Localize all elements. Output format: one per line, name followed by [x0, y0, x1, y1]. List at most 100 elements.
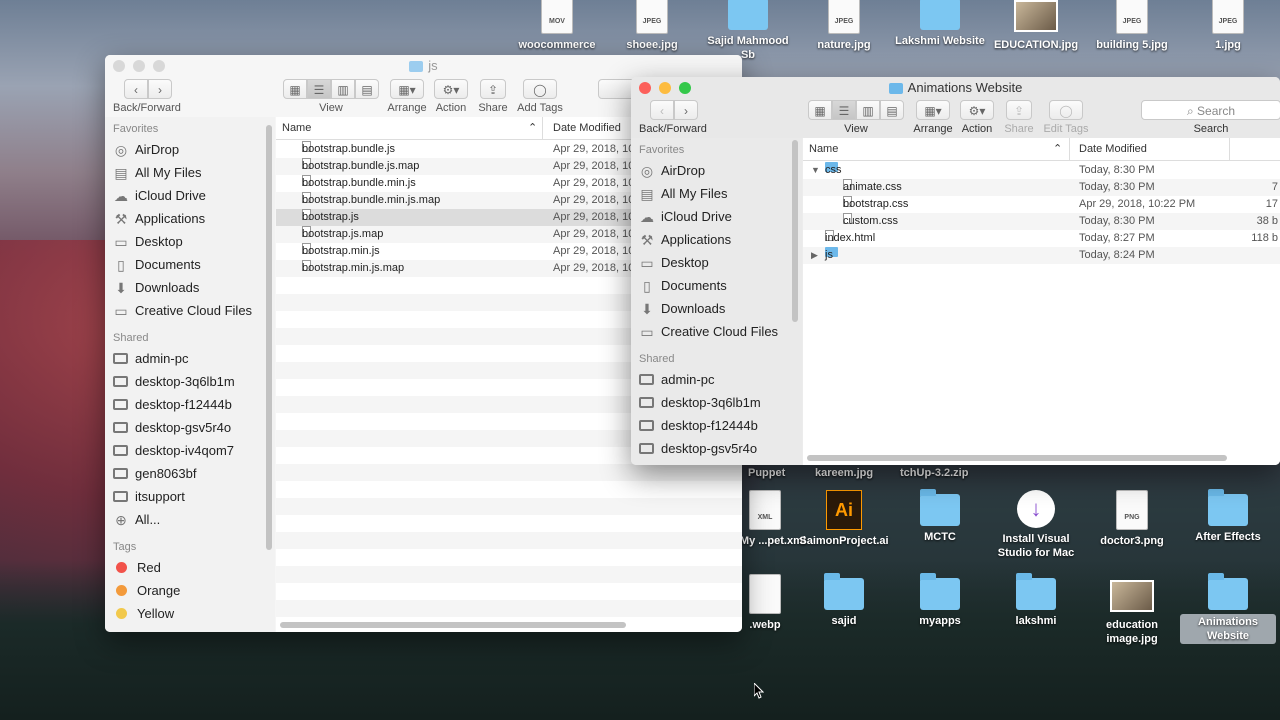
edit-tags-button[interactable]: ◯	[1049, 100, 1083, 120]
sidebar-favorites: ◎ AirDrop ▤ All My Files ☁ iCloud Drive ⚒ Appli…	[631, 159, 802, 343]
window-titlebar[interactable]: js	[105, 55, 742, 77]
table-row[interactable]: ▶ js Today, 8:24 PM	[803, 247, 1280, 264]
sidebar-item-all-my-files[interactable]: ▤ All My Files	[631, 182, 802, 205]
desktop-icon[interactable]: Lakshmi Website	[892, 0, 988, 48]
list-view-button[interactable]: ☰	[307, 79, 331, 99]
desktop-icon[interactable]: lakshmi	[988, 573, 1084, 628]
sidebar-item-desktop[interactable]: ▭ Desktop	[631, 251, 802, 274]
file-list-scrollbar[interactable]	[807, 455, 1227, 461]
gallery-view-button[interactable]: ▤	[355, 79, 379, 99]
sidebar-shared-desktop-3q6lb1m[interactable]: desktop-3q6lb1m	[105, 370, 275, 393]
gallery-view-button[interactable]: ▤	[880, 100, 904, 120]
desktop-icon[interactable]: JPEG shoee.jpg	[604, 0, 700, 52]
sidebar-tag-orange[interactable]: Orange	[105, 579, 275, 602]
sidebar-shared-desktop-3q6lb1m[interactable]: desktop-3q6lb1m	[631, 391, 802, 414]
table-row[interactable]: custom.css Today, 8:30 PM 38 b	[803, 213, 1280, 230]
desktop-icon[interactable]: JPEG building 5.jpg	[1084, 0, 1180, 52]
icloud-icon: ☁	[114, 187, 128, 204]
desktop-icon[interactable]: Animations Website	[1180, 573, 1276, 644]
arrange-button[interactable]: ▦▾	[916, 100, 950, 120]
desktop-icon[interactable]: ↓ Install Visual Studio for Mac	[988, 490, 1084, 560]
add-tags-button[interactable]: ◯	[523, 79, 557, 99]
table-row[interactable]: index.html Today, 8:27 PM 118 b	[803, 230, 1280, 247]
sidebar-item-icloud-drive[interactable]: ☁ iCloud Drive	[631, 205, 802, 228]
sidebar-shared-itsupport[interactable]: itsupport	[105, 485, 275, 508]
disclosure-collapsed-icon[interactable]: ▶	[811, 247, 818, 264]
sidebar-shared-desktop-gsv5r4o[interactable]: desktop-gsv5r4o	[631, 437, 802, 460]
table-row[interactable]: bootstrap.css Apr 29, 2018, 10:22 PM 17	[803, 196, 1280, 213]
desktop-icon[interactable]: MOV woocommerce	[509, 0, 605, 52]
computer-icon	[639, 443, 654, 454]
sidebar-shared-all-[interactable]: ⊕ All...	[105, 508, 275, 531]
desktop-icon[interactable]: MCTC	[892, 489, 988, 544]
close-button[interactable]	[113, 60, 125, 72]
icon-view-button[interactable]: ▦	[283, 79, 307, 99]
desktop-icon[interactable]: education image.jpg	[1084, 574, 1180, 646]
sidebar-item-applications[interactable]: ⚒ Applications	[631, 228, 802, 251]
sidebar-shared-desktop-f12444b[interactable]: desktop-f12444b	[631, 414, 802, 437]
sidebar-item-applications[interactable]: ⚒ Applications	[105, 207, 275, 230]
desktop-icon[interactable]: Ai SaimonProject.ai	[796, 490, 892, 548]
share-button[interactable]: ⇪	[480, 79, 506, 99]
sidebar-item-airdrop[interactable]: ◎ AirDrop	[631, 159, 802, 182]
sidebar-shared-admin-pc[interactable]: admin-pc	[631, 368, 802, 391]
column-name[interactable]: Name	[809, 138, 838, 160]
sidebar-tag-red[interactable]: Red	[105, 556, 275, 579]
sidebar-shared-gen8063bf[interactable]: gen8063bf	[105, 462, 275, 485]
zoom-button[interactable]	[679, 82, 691, 94]
sidebar-item-documents[interactable]: ▯ Documents	[105, 253, 275, 276]
sidebar-scrollbar[interactable]	[266, 125, 272, 550]
sidebar-shared-desktop-f12444b[interactable]: desktop-f12444b	[105, 393, 275, 416]
sidebar-shared-desktop-iv4qom7[interactable]: desktop-iv4qom7	[105, 439, 275, 462]
desktop-icon[interactable]: JPEG 1.jpg	[1180, 0, 1276, 52]
action-button[interactable]: ⚙▾	[960, 100, 994, 120]
desktop-icon[interactable]: PNG doctor3.png	[1084, 490, 1180, 548]
sidebar-item-documents[interactable]: ▯ Documents	[631, 274, 802, 297]
minimize-button[interactable]	[133, 60, 145, 72]
column-date-modified[interactable]: Date Modified	[1079, 138, 1147, 160]
arrange-button[interactable]: ▦▾	[390, 79, 424, 99]
close-button[interactable]	[639, 82, 651, 94]
back-button[interactable]: ‹	[124, 79, 148, 99]
empty-row	[803, 383, 1280, 400]
desktop-icon-label: myapps	[919, 615, 961, 627]
desktop-icon[interactable]: sajid	[796, 573, 892, 628]
sidebar-shared-desktop-gsv5r4o[interactable]: desktop-gsv5r4o	[105, 416, 275, 439]
disclosure-expanded-icon[interactable]: ▼	[811, 162, 820, 179]
desktop-icon[interactable]: After Effects	[1180, 489, 1276, 544]
action-button[interactable]: ⚙▾	[434, 79, 468, 99]
forward-button[interactable]: ›	[148, 79, 172, 99]
desktop-icon[interactable]: Sajid Mahmood Sb	[700, 0, 796, 62]
sidebar-shared-admin-pc[interactable]: admin-pc	[105, 347, 275, 370]
sidebar-item-downloads[interactable]: ⬇ Downloads	[105, 276, 275, 299]
column-date-modified[interactable]: Date Modified	[553, 117, 621, 139]
icon-view-button[interactable]: ▦	[808, 100, 832, 120]
illustrator-file-icon: Ai	[826, 490, 862, 530]
list-view-button[interactable]: ☰	[832, 100, 856, 120]
sidebar-item-all-my-files[interactable]: ▤ All My Files	[105, 161, 275, 184]
sidebar-item-downloads[interactable]: ⬇ Downloads	[631, 297, 802, 320]
window-titlebar[interactable]: Animations Website	[631, 77, 1280, 99]
sidebar-item-icloud-drive[interactable]: ☁ iCloud Drive	[105, 184, 275, 207]
sidebar-item-airdrop[interactable]: ◎ AirDrop	[105, 138, 275, 161]
back-button[interactable]: ‹	[650, 100, 674, 120]
desktop-icon[interactable]: myapps	[892, 573, 988, 628]
sidebar-item-creative-cloud-files[interactable]: ▭ Creative Cloud Files	[631, 320, 802, 343]
sidebar-scrollbar[interactable]	[792, 140, 798, 322]
desktop-icon[interactable]: EDUCATION.jpg	[988, 0, 1084, 52]
file-list-scrollbar[interactable]	[280, 622, 626, 628]
search-input[interactable]: ⌕ Search	[1141, 100, 1280, 120]
minimize-button[interactable]	[659, 82, 671, 94]
column-view-button[interactable]: ▥	[856, 100, 880, 120]
column-name[interactable]: Name	[282, 117, 311, 139]
share-button[interactable]: ⇪	[1006, 100, 1032, 120]
table-row[interactable]: animate.css Today, 8:30 PM 7	[803, 179, 1280, 196]
zoom-button[interactable]	[153, 60, 165, 72]
forward-button[interactable]: ›	[674, 100, 698, 120]
column-view-button[interactable]: ▥	[331, 79, 355, 99]
table-row[interactable]: ▼ css Today, 8:30 PM	[803, 162, 1280, 179]
sidebar-item-creative-cloud-files[interactable]: ▭ Creative Cloud Files	[105, 299, 275, 322]
sidebar-tag-yellow[interactable]: Yellow	[105, 602, 275, 625]
sidebar-item-desktop[interactable]: ▭ Desktop	[105, 230, 275, 253]
desktop-icon[interactable]: JPEG nature.jpg	[796, 0, 892, 52]
